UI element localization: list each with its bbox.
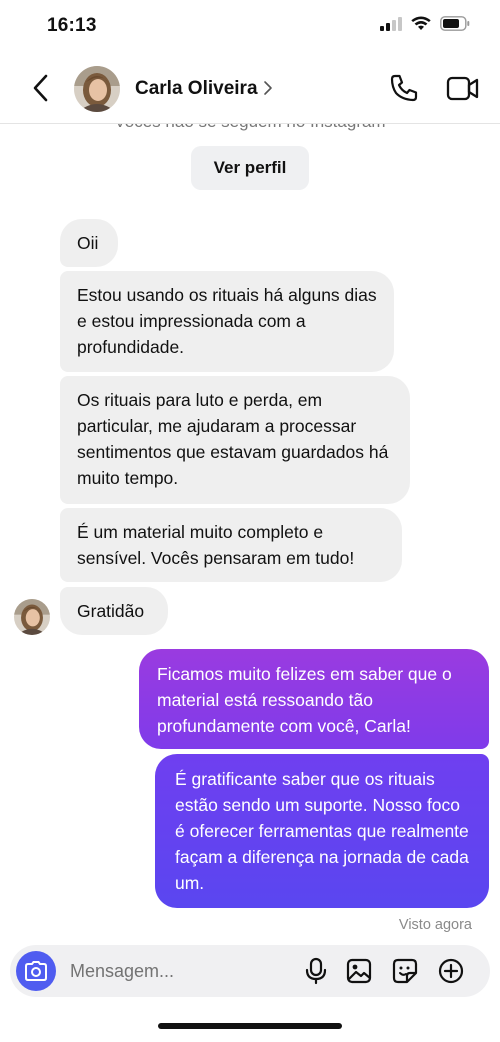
view-profile-button[interactable]: Ver perfil: [191, 146, 309, 190]
back-button[interactable]: [26, 72, 54, 104]
video-camera-icon: [446, 76, 479, 101]
gallery-button[interactable]: [345, 957, 373, 985]
audio-call-button[interactable]: [388, 72, 420, 104]
plus-circle-icon: [438, 958, 464, 984]
sender-avatar[interactable]: [14, 599, 50, 635]
contact-name[interactable]: Carla Oliveira: [135, 78, 258, 100]
seen-status: Visto agora: [398, 917, 472, 933]
incoming-message[interactable]: Gratidão: [60, 587, 168, 635]
image-icon: [346, 958, 372, 984]
camera-icon: [25, 961, 47, 981]
status-bar: 16:13: [0, 0, 500, 52]
voice-message-button[interactable]: [302, 957, 330, 985]
chevron-left-icon: [33, 74, 48, 102]
phone-icon: [390, 74, 418, 102]
contact-avatar[interactable]: [74, 66, 120, 112]
sticker-button[interactable]: [391, 957, 419, 985]
status-icons: [380, 16, 470, 31]
wifi-icon: [411, 16, 431, 30]
outgoing-message[interactable]: Ficamos muito felizes em saber que o mat…: [139, 649, 489, 749]
avatar-image: [74, 66, 120, 112]
incoming-message[interactable]: É um material muito completo e sensível.…: [60, 508, 402, 582]
camera-button[interactable]: [16, 951, 56, 991]
incoming-message[interactable]: Oii: [60, 219, 118, 267]
message-composer: [10, 945, 490, 997]
cellular-signal-icon: [380, 16, 402, 31]
message-input[interactable]: [70, 959, 290, 983]
sticker-icon: [392, 958, 418, 984]
video-call-button[interactable]: [446, 74, 480, 104]
incoming-message[interactable]: Estou usando os rituais há alguns dias e…: [60, 271, 394, 372]
status-time: 16:13: [47, 15, 97, 36]
more-options-button[interactable]: [437, 957, 465, 985]
chat-header: Carla Oliveira: [0, 52, 500, 124]
home-indicator: [158, 1023, 342, 1029]
incoming-message[interactable]: Os rituais para luto e perda, em particu…: [60, 376, 410, 504]
battery-icon: [440, 16, 470, 31]
outgoing-message[interactable]: É gratificante saber que os rituais estã…: [155, 754, 489, 908]
avatar-image: [14, 599, 50, 635]
chevron-right-icon[interactable]: [263, 80, 273, 96]
microphone-icon: [305, 957, 327, 985]
